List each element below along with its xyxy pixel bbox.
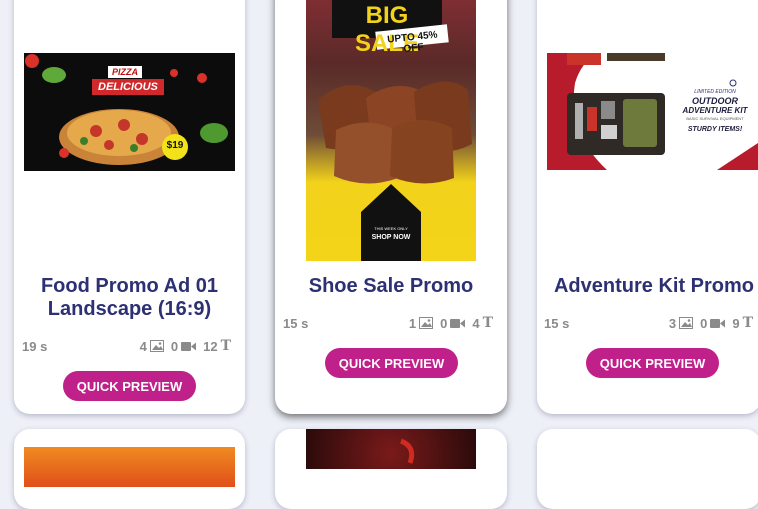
card-title: Shoe Sale Promo	[308, 275, 474, 297]
food-thumbnail[interactable]: PIZZA DELICIOUS $19	[24, 53, 235, 171]
template-card-food[interactable]: PIZZA DELICIOUS $19 Food Promo Ad 01 Lan…	[14, 0, 245, 414]
video-count: 0	[700, 315, 708, 331]
chili-illustration	[399, 438, 415, 464]
text-icon: T	[482, 315, 493, 331]
quick-preview-button[interactable]: QUICK PREVIEW	[325, 348, 458, 378]
video-count: 0	[170, 338, 179, 354]
text-icon: T	[742, 315, 753, 331]
duration: 15 s	[283, 316, 309, 331]
text-icon: T	[220, 338, 231, 354]
template-card-shoe[interactable]: BIG SALE UPTO 45% OFF THIS WEEK ONLY SHO…	[275, 0, 507, 414]
shoe-thumbnail[interactable]: BIG SALE UPTO 45% OFF THIS WEEK ONLY SHO…	[306, 0, 476, 261]
thumb-sub: BASIC SURVIVAL EQUIPMENT	[686, 116, 744, 121]
next-thumbnail-1[interactable]	[24, 447, 235, 487]
thumb-badge: PIZZA	[108, 66, 142, 78]
thumb-line2: ADVENTURE KIT	[682, 106, 748, 115]
text-count: 4	[472, 315, 480, 331]
thumb-price: $19	[166, 140, 184, 151]
image-icon	[679, 317, 694, 329]
duration: 19 s	[22, 339, 48, 354]
quick-preview-button[interactable]: QUICK PREVIEW	[63, 371, 196, 401]
template-card-adventure[interactable]: LIMITED EDITION OUTDOOR ADVENTURE KIT BA…	[537, 0, 758, 414]
thumb-tag: STURDY ITEMS!	[687, 126, 743, 133]
video-count: 0	[440, 315, 448, 331]
image-icon	[149, 340, 164, 352]
template-card-next-2[interactable]	[275, 429, 507, 509]
image-count: 1	[408, 315, 417, 331]
text-count: 9	[732, 315, 740, 331]
text-count: 12	[203, 338, 218, 354]
thumb-edition: LIMITED EDITION	[694, 89, 736, 95]
card-title: Food Promo Ad 01 Landscape (16:9)	[40, 275, 219, 320]
adventure-thumbnail[interactable]: LIMITED EDITION OUTDOOR ADVENTURE KIT BA…	[547, 53, 758, 170]
thumb-cta: SHOP NOW	[371, 234, 411, 241]
thumb-headline: DELICIOUS	[92, 79, 164, 95]
asset-stats: 1 0 4 T	[409, 315, 493, 331]
template-card-next-3[interactable]	[537, 429, 758, 509]
thumb-small: THIS WEEK ONLY	[374, 226, 408, 231]
thumb-line1: OUTDOOR	[692, 96, 738, 106]
template-card-next-1[interactable]	[14, 429, 245, 509]
video-icon	[710, 318, 726, 328]
video-icon	[181, 341, 197, 351]
duration: 15 s	[544, 316, 570, 331]
asset-stats: 3 0 9 T	[669, 315, 753, 331]
video-icon	[450, 318, 466, 328]
image-icon	[419, 317, 434, 329]
image-count: 4	[139, 338, 147, 354]
next-thumbnail-2[interactable]	[306, 429, 476, 469]
quick-preview-button[interactable]: QUICK PREVIEW	[586, 348, 719, 378]
card-title: Adventure Kit Promo	[553, 275, 755, 297]
asset-stats: 4 0 12 T	[140, 338, 231, 354]
image-count: 3	[668, 315, 677, 331]
